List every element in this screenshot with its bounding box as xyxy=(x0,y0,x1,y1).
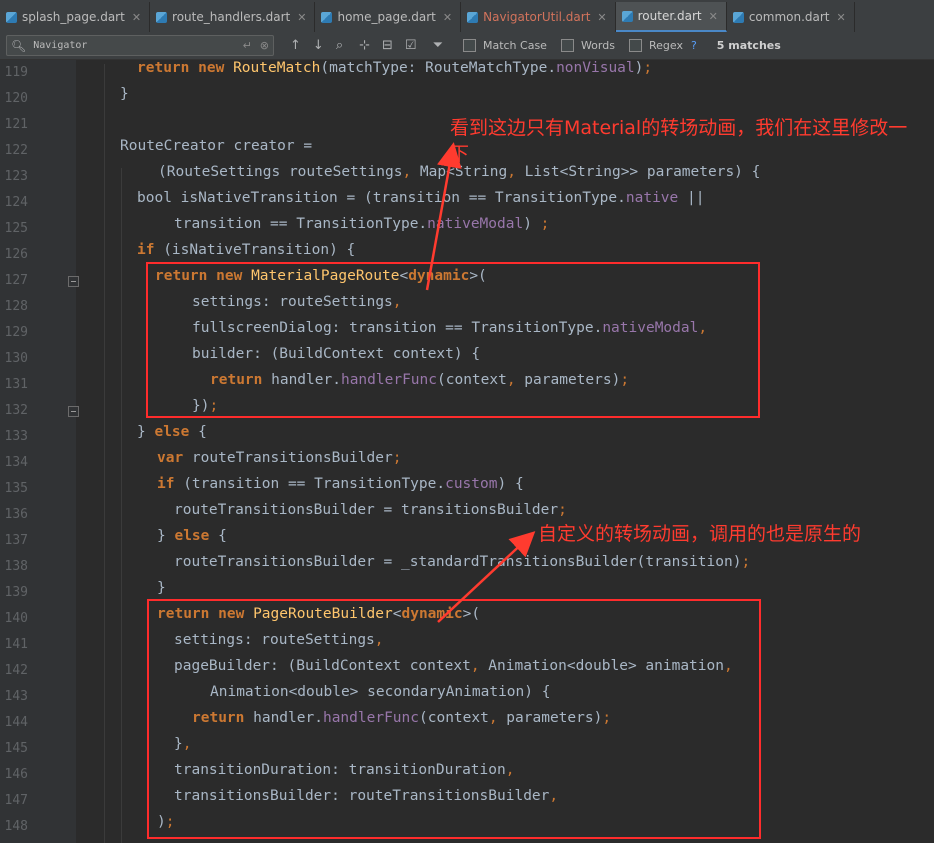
line-number: 144 xyxy=(4,715,28,730)
fold-marker-icon[interactable] xyxy=(68,406,79,417)
editor-tab[interactable]: splash_page.dart ✕ xyxy=(0,2,151,32)
code-line-137: } else { xyxy=(157,528,227,544)
fold-marker-icon[interactable] xyxy=(68,276,79,287)
code-line-136: routeTransitionsBuilder = transitionsBui… xyxy=(174,502,567,518)
tab-label: common.dart xyxy=(748,10,830,24)
dart-file-icon xyxy=(6,11,17,23)
next-occurrence-icon[interactable]: ↓ xyxy=(313,38,324,53)
editor-tab[interactable]: common.dart ✕ xyxy=(727,2,855,32)
line-number: 145 xyxy=(4,741,28,756)
line-number: 120 xyxy=(4,91,28,106)
match-case-label: Match Case xyxy=(482,39,547,52)
indent-guide xyxy=(104,64,105,843)
line-number: 125 xyxy=(4,221,28,236)
line-number: 128 xyxy=(4,299,28,314)
editor-tab[interactable]: router.dart ✕ xyxy=(615,2,727,32)
line-number: 124 xyxy=(4,195,28,210)
line-number: 143 xyxy=(4,689,28,704)
code-line-122: RouteCreator creator = xyxy=(120,138,313,154)
annotation-custom-note: 自定义的转场动画，调用的也是原生的 xyxy=(538,523,862,545)
regex-checkbox[interactable]: Regex xyxy=(628,39,683,52)
line-number: 129 xyxy=(4,325,28,340)
dart-file-icon xyxy=(467,11,479,23)
line-number: 137 xyxy=(4,533,28,548)
filter-icon[interactable]: ⏷ xyxy=(433,38,443,53)
tab-label: home_page.dart xyxy=(337,10,436,24)
remove-selection-icon[interactable]: ⊟ xyxy=(382,38,393,53)
line-number: 132 xyxy=(4,403,28,418)
dart-file-icon xyxy=(621,10,633,22)
line-number: 141 xyxy=(4,637,28,652)
find-all-icon[interactable]: ⌕ xyxy=(336,38,343,53)
dart-file-icon xyxy=(732,11,744,23)
line-number: 127 xyxy=(4,273,28,288)
line-number: 121 xyxy=(4,117,28,132)
match-case-checkbox[interactable]: Match Case xyxy=(462,39,547,52)
code-line-138: routeTransitionsBuilder = _standardTrans… xyxy=(174,554,751,570)
code-line-119: return new RouteMatch(matchType: RouteMa… xyxy=(137,60,653,76)
code-line-124: bool isNativeTransition = (transition ==… xyxy=(137,190,705,206)
editor-tab[interactable]: home_page.dart ✕ xyxy=(315,2,462,32)
line-number: 123 xyxy=(4,169,28,184)
match-count: 5 matches xyxy=(716,39,781,52)
enter-icon: ↵ xyxy=(242,39,252,52)
search-icon[interactable]: 🔍︎ xyxy=(11,39,26,53)
line-number: 147 xyxy=(4,793,28,808)
close-icon[interactable]: ✕ xyxy=(443,11,452,24)
regex-help-link[interactable]: ? xyxy=(691,39,697,52)
words-label: Words xyxy=(580,39,615,52)
close-icon[interactable]: ✕ xyxy=(597,11,606,24)
line-number: 146 xyxy=(4,767,28,782)
line-number-gutter: 119 120 121 122 123 124 125 126 127 128 129 130 131 1… xyxy=(0,60,79,843)
code-line-126: if (isNativeTransition) { xyxy=(137,242,356,258)
tab-label: route_handlers.dart xyxy=(172,10,291,24)
code-line-125: transition == TransitionType.nativeModal… xyxy=(174,216,550,232)
material-route-highlight-box xyxy=(146,262,760,418)
tab-label: NavigatorUtil.dart xyxy=(483,10,591,24)
line-number: 119 xyxy=(4,65,28,80)
clear-icon[interactable]: ⊗ xyxy=(260,39,269,52)
dart-file-icon xyxy=(156,11,168,23)
previous-occurrence-icon[interactable]: ↑ xyxy=(290,38,301,53)
select-all-icon[interactable]: ☑ xyxy=(405,38,417,53)
line-number: 134 xyxy=(4,455,28,470)
words-checkbox[interactable]: Words xyxy=(560,39,615,52)
line-number: 126 xyxy=(4,247,28,262)
indent-guide xyxy=(121,168,122,843)
close-icon[interactable]: ✕ xyxy=(297,11,306,24)
line-number: 122 xyxy=(4,143,28,158)
line-number: 135 xyxy=(4,481,28,496)
close-icon[interactable]: ✕ xyxy=(132,11,141,24)
editor-tab[interactable]: route_handlers.dart ✕ xyxy=(150,2,316,32)
dart-file-icon xyxy=(321,11,333,23)
annotation-material-note: 看到这边只有Material的转场动画，我们在这里修改一下 xyxy=(450,117,908,165)
editor-tab[interactable]: NavigatorUtil.dart ✕ xyxy=(461,2,616,32)
line-number: 139 xyxy=(4,585,28,600)
close-icon[interactable]: ✕ xyxy=(837,11,846,24)
line-number: 133 xyxy=(4,429,28,444)
line-number: 131 xyxy=(4,377,28,392)
close-icon[interactable]: ✕ xyxy=(709,10,718,23)
code-line-120: } xyxy=(120,86,129,102)
search-input[interactable] xyxy=(31,39,243,52)
page-route-builder-highlight-box xyxy=(147,599,761,839)
code-line-134: var routeTransitionsBuilder; xyxy=(157,450,402,466)
editor-tabs: splash_page.dart ✕ route_handlers.dart ✕ hom… xyxy=(0,0,934,33)
line-number: 148 xyxy=(4,819,28,834)
line-number: 130 xyxy=(4,351,28,366)
code-line-135: if (transition == TransitionType.custom)… xyxy=(157,476,524,492)
add-selection-icon[interactable]: ⊹ xyxy=(359,38,370,53)
tab-label: splash_page.dart xyxy=(22,10,125,24)
code-line-139: } xyxy=(157,580,166,596)
line-number: 138 xyxy=(4,559,28,574)
regex-label: Regex xyxy=(648,39,683,52)
line-number: 140 xyxy=(4,611,28,626)
code-line-133: } else { xyxy=(137,424,207,440)
tab-label: router.dart xyxy=(637,9,702,23)
line-number: 142 xyxy=(4,663,28,678)
search-field[interactable]: 🔍︎ ↵ ⊗ xyxy=(6,35,274,56)
line-number: 136 xyxy=(4,507,28,522)
